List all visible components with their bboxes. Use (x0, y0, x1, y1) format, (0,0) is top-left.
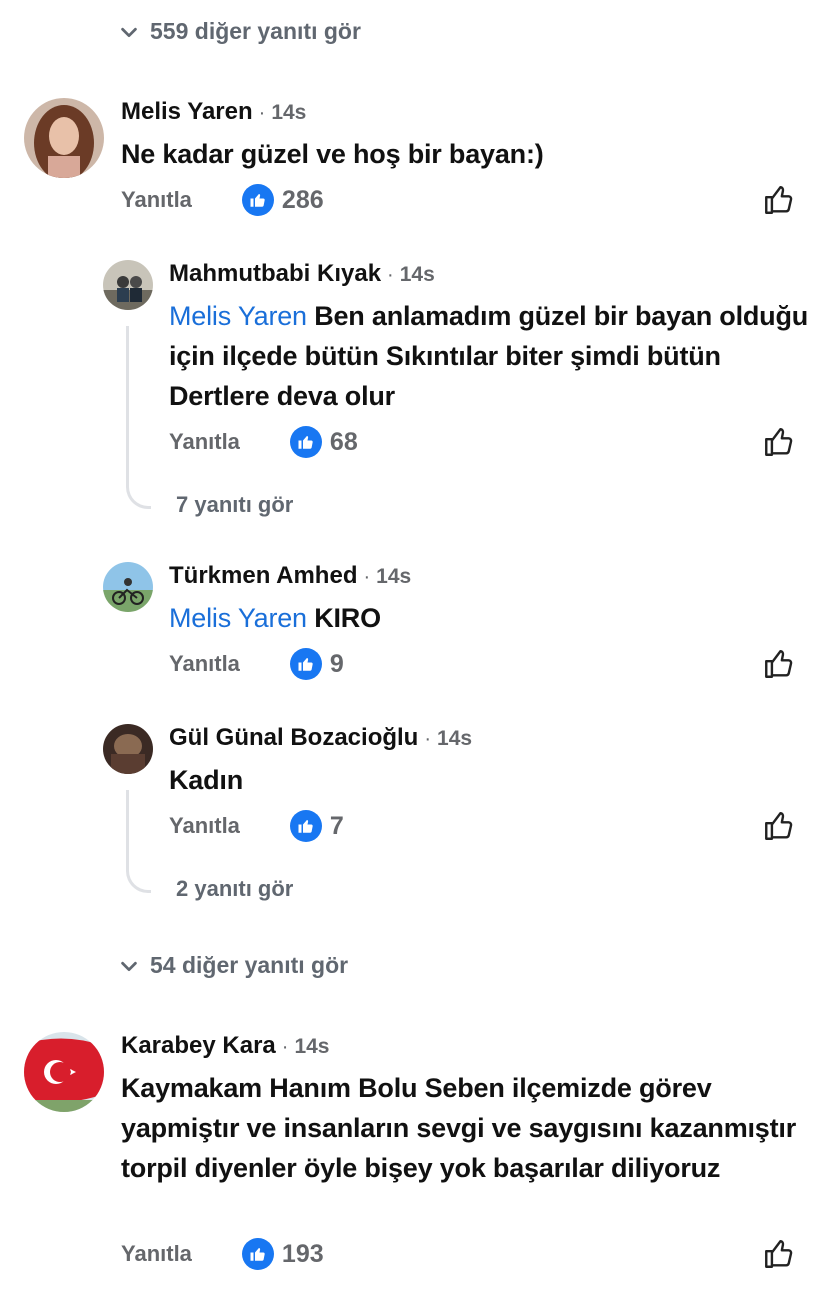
thread-line (126, 790, 129, 868)
author-name[interactable]: Türkmen Amhed (169, 562, 357, 589)
comment-actions: Yanıtla 193 (121, 1238, 324, 1270)
see-more-label: 559 diğer yanıtı gör (150, 18, 361, 44)
like-button-icon[interactable] (762, 1237, 796, 1271)
comment-header: Gül Günal Bozacioğlu · 14s (169, 724, 472, 752)
author-name[interactable]: Mahmutbabi Kıyak (169, 260, 381, 287)
comment-body: Kadın (169, 765, 244, 795)
mention-link[interactable]: Melis Yaren (169, 603, 307, 633)
comment-body: KIRO (314, 603, 381, 633)
mention-link[interactable]: Melis Yaren (169, 301, 307, 331)
comment-body: Ne kadar güzel ve hoş bir bayan:) (121, 139, 544, 169)
like-count: 286 (281, 185, 324, 214)
like-button-icon[interactable] (762, 809, 796, 843)
thread-curve (126, 484, 151, 509)
separator: · (387, 264, 394, 286)
like-button-icon[interactable] (762, 647, 796, 681)
like-badge-icon (289, 810, 322, 842)
separator: · (424, 728, 432, 750)
comment-header: Türkmen Amhed · 14s (169, 562, 411, 590)
reply-button[interactable]: Yanıtla (121, 1241, 192, 1267)
author-name[interactable]: Melis Yaren (121, 98, 253, 125)
comment-header: Karabey Kara · 14s (121, 1032, 329, 1060)
see-more-replies-middle[interactable]: 54 diğer yanıtı gör (118, 952, 348, 979)
author-name[interactable]: Gül Günal Bozacioğlu (169, 724, 418, 751)
like-summary[interactable]: 7 (289, 810, 344, 842)
timestamp[interactable]: 14s (376, 565, 411, 588)
like-summary[interactable]: 286 (241, 184, 324, 216)
see-replies-link[interactable]: 7 yanıtı gör (176, 492, 293, 518)
like-badge-icon (289, 426, 322, 458)
avatar[interactable] (103, 724, 153, 774)
comment-text: Ne kadar güzel ve hoş bir bayan:) (121, 134, 801, 174)
see-more-label: 54 diğer yanıtı gör (150, 952, 349, 978)
timestamp[interactable]: 14s (437, 727, 472, 750)
reply-button[interactable]: Yanıtla (169, 651, 240, 677)
like-summary[interactable]: 193 (241, 1238, 324, 1270)
like-summary[interactable]: 68 (289, 426, 358, 458)
separator: · (281, 1036, 289, 1058)
comment-actions: Yanıtla 7 (169, 810, 344, 842)
comment-text: Kaymakam Hanım Bolu Seben ilçemizde göre… (121, 1068, 811, 1188)
separator: · (258, 102, 266, 124)
avatar[interactable] (24, 98, 104, 178)
like-count: 193 (281, 1239, 324, 1268)
comment-actions: Yanıtla 9 (169, 648, 344, 680)
see-more-replies-top[interactable]: 559 diğer yanıtı gör (118, 18, 361, 45)
comment-header: Mahmutbabi Kıyak · 14s (169, 260, 435, 288)
comment-actions: Yanıtla 68 (169, 426, 358, 458)
separator: · (363, 566, 371, 588)
avatar[interactable] (103, 562, 153, 612)
thread-line (126, 326, 129, 484)
timestamp[interactable]: 14s (294, 1035, 329, 1058)
thread-curve (126, 868, 151, 893)
timestamp[interactable]: 14s (271, 101, 306, 124)
comment-text: Melis Yaren KIRO (169, 598, 809, 638)
like-button-icon[interactable] (762, 425, 796, 459)
see-replies-link[interactable]: 2 yanıtı gör (176, 876, 293, 902)
comment-text: Kadın (169, 760, 809, 800)
comment-actions: Yanıtla 286 (121, 184, 324, 216)
reply-button[interactable]: Yanıtla (169, 813, 240, 839)
avatar[interactable] (24, 1032, 104, 1112)
like-badge-icon (241, 184, 274, 216)
like-badge-icon (241, 1238, 274, 1270)
comment-header: Melis Yaren · 14s (121, 98, 306, 126)
like-count: 68 (329, 427, 358, 456)
chevron-down-icon (121, 961, 137, 971)
like-count: 9 (329, 649, 344, 678)
like-count: 7 (329, 811, 344, 840)
like-button-icon[interactable] (762, 183, 796, 217)
comment-text: Melis Yaren Ben anlamadım güzel bir baya… (169, 296, 809, 416)
reply-button[interactable]: Yanıtla (121, 187, 192, 213)
like-badge-icon (289, 648, 322, 680)
avatar[interactable] (103, 260, 153, 310)
timestamp[interactable]: 14s (400, 263, 435, 286)
comment-body: Kaymakam Hanım Bolu Seben ilçemizde göre… (121, 1073, 797, 1183)
chevron-down-icon (121, 27, 137, 37)
reply-button[interactable]: Yanıtla (169, 429, 240, 455)
like-summary[interactable]: 9 (289, 648, 344, 680)
author-name[interactable]: Karabey Kara (121, 1032, 276, 1059)
